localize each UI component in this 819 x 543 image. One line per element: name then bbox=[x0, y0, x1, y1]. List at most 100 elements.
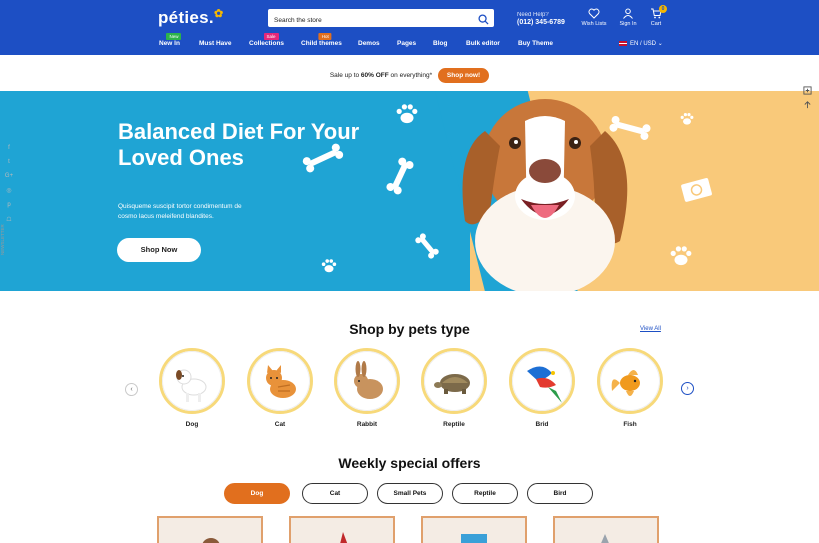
promo-discount: 60% OFF bbox=[360, 72, 389, 79]
pet-label: Brid bbox=[535, 421, 549, 428]
pet-bowl-icon bbox=[681, 178, 712, 202]
pet-image bbox=[597, 348, 663, 414]
nav-badge-new: New bbox=[166, 33, 182, 40]
nav-label: Demos bbox=[358, 40, 380, 47]
product-image bbox=[202, 538, 220, 543]
filter-tab-bird[interactable]: Bird bbox=[527, 483, 593, 504]
pet-item-fish[interactable]: Fish bbox=[596, 348, 664, 428]
pet-image bbox=[509, 348, 575, 414]
pinterest-icon[interactable]: p bbox=[4, 202, 14, 208]
wishlist-link[interactable]: Wish Lists bbox=[579, 8, 609, 27]
promo-shop-now-button[interactable]: Shop now! bbox=[437, 68, 490, 83]
search-box bbox=[268, 9, 494, 30]
nav-item-must-have[interactable]: Must Have bbox=[199, 40, 232, 47]
help-contact[interactable]: Need Help? (012) 345-6789 bbox=[517, 12, 565, 26]
nav-label: Bulk editor bbox=[466, 40, 500, 47]
promo-bar: Sale up to 60% OFF on everything* Shop n… bbox=[0, 68, 819, 83]
search-input[interactable] bbox=[268, 11, 458, 30]
main-nav: New In New Must Have Collections Sale Ch… bbox=[0, 33, 819, 50]
nav-item-pages[interactable]: Pages bbox=[397, 40, 416, 47]
nav-label: Must Have bbox=[199, 40, 232, 47]
nav-label: Collections bbox=[249, 40, 285, 47]
paw-logo-icon: ✿ bbox=[213, 8, 224, 20]
snapchat-icon[interactable]: ☖ bbox=[4, 216, 14, 223]
hero-shop-now-button[interactable]: Shop Now bbox=[117, 238, 201, 262]
back-to-top-icon[interactable] bbox=[803, 96, 813, 109]
bone-icon bbox=[415, 233, 439, 259]
product-card[interactable] bbox=[421, 516, 527, 543]
nav-label: Child themes bbox=[301, 40, 342, 47]
twitter-icon[interactable]: t bbox=[4, 159, 14, 165]
language-currency-selector[interactable]: EN / USD ⌄ bbox=[619, 40, 663, 47]
chevron-down-icon: ⌄ bbox=[657, 41, 663, 47]
site-logo[interactable]: péties.✿ bbox=[158, 8, 224, 28]
cat-icon bbox=[266, 365, 296, 398]
nav-item-demos[interactable]: Demos bbox=[358, 40, 380, 47]
pet-item-cat[interactable]: Cat bbox=[246, 348, 314, 428]
pet-image bbox=[334, 348, 400, 414]
nav-label: Blog bbox=[433, 40, 448, 47]
hero-banner: Balanced Diet For Your Loved Ones Quisqu… bbox=[0, 91, 819, 291]
nav-item-new-in[interactable]: New In New bbox=[159, 33, 182, 47]
reptile-icon bbox=[434, 374, 470, 394]
product-card[interactable] bbox=[289, 516, 395, 543]
cart-link[interactable]: Cart 0 bbox=[641, 5, 671, 27]
search-icon[interactable] bbox=[478, 12, 489, 30]
nav-badge-sale: Sale bbox=[263, 33, 279, 40]
pet-label: Cat bbox=[274, 421, 286, 428]
nav-badge-hot: Hot bbox=[318, 33, 332, 40]
bird-icon bbox=[527, 366, 562, 403]
pet-item-dog[interactable]: Dog bbox=[158, 348, 226, 428]
nav-item-collections[interactable]: Collections Sale bbox=[249, 33, 285, 47]
pet-label: Reptile bbox=[443, 421, 465, 428]
wishlist-label: Wish Lists bbox=[581, 21, 607, 27]
nav-item-child-themes[interactable]: Child themes Hot bbox=[301, 33, 342, 47]
signin-link[interactable]: Sign In bbox=[613, 8, 643, 27]
bone-icon bbox=[386, 157, 414, 195]
promo-text: Sale up to bbox=[329, 72, 361, 79]
compare-icon[interactable] bbox=[803, 82, 813, 95]
fish-icon bbox=[611, 370, 640, 396]
paw-icon bbox=[396, 104, 418, 124]
nav-label: Buy Theme bbox=[518, 40, 554, 47]
lang-label: EN / USD bbox=[630, 41, 657, 47]
pet-item-reptile[interactable]: Reptile bbox=[420, 348, 488, 428]
nav-label: New In bbox=[159, 40, 180, 47]
offers-filter-tabs: Dog Cat Small Pets Reptile Bird bbox=[0, 483, 819, 505]
offers-section-title: Weekly special offers bbox=[338, 455, 481, 471]
pet-item-rabbit[interactable]: Rabbit bbox=[333, 348, 401, 428]
signin-label: Sign In bbox=[619, 21, 637, 27]
heart-icon bbox=[588, 8, 600, 19]
product-image bbox=[601, 534, 609, 543]
nav-item-blog[interactable]: Blog bbox=[433, 40, 447, 47]
product-card[interactable] bbox=[553, 516, 659, 543]
product-image bbox=[461, 534, 487, 543]
side-tools bbox=[803, 82, 815, 110]
view-all-link[interactable]: View All bbox=[640, 326, 661, 332]
social-links: f t G+ ◎ p ☖ bbox=[4, 145, 14, 231]
page: péties.✿ Need Help? (012) 345-6789 Wish … bbox=[0, 0, 819, 543]
pet-image bbox=[421, 348, 487, 414]
product-image bbox=[340, 532, 348, 543]
rabbit-icon bbox=[354, 361, 383, 399]
nav-item-buy-theme[interactable]: Buy Theme bbox=[518, 40, 553, 47]
pet-label: Dog bbox=[185, 421, 199, 428]
help-phone[interactable]: (012) 345-6789 bbox=[517, 19, 565, 26]
filter-tab-small-pets[interactable]: Small Pets bbox=[377, 483, 443, 504]
flag-icon bbox=[619, 40, 627, 46]
newsletter-side-link[interactable]: NEWSLETTER bbox=[0, 224, 5, 255]
filter-tab-cat[interactable]: Cat bbox=[302, 483, 368, 504]
instagram-icon[interactable]: ◎ bbox=[4, 187, 14, 194]
pet-item-bird[interactable]: Brid bbox=[508, 348, 576, 428]
google-plus-icon[interactable]: G+ bbox=[4, 173, 14, 179]
nav-label: Pages bbox=[397, 40, 417, 47]
filter-tab-reptile[interactable]: Reptile bbox=[452, 483, 518, 504]
product-card[interactable] bbox=[157, 516, 263, 543]
cart-label: Cart bbox=[650, 21, 662, 27]
help-label: Need Help? bbox=[517, 12, 549, 18]
nav-item-bulk-editor[interactable]: Bulk editor bbox=[466, 40, 500, 47]
filter-tab-dog[interactable]: Dog bbox=[224, 483, 290, 504]
hero-title: Balanced Diet For Your Loved Ones bbox=[118, 119, 360, 170]
pet-label: Fish bbox=[623, 421, 637, 428]
facebook-icon[interactable]: f bbox=[4, 145, 14, 151]
